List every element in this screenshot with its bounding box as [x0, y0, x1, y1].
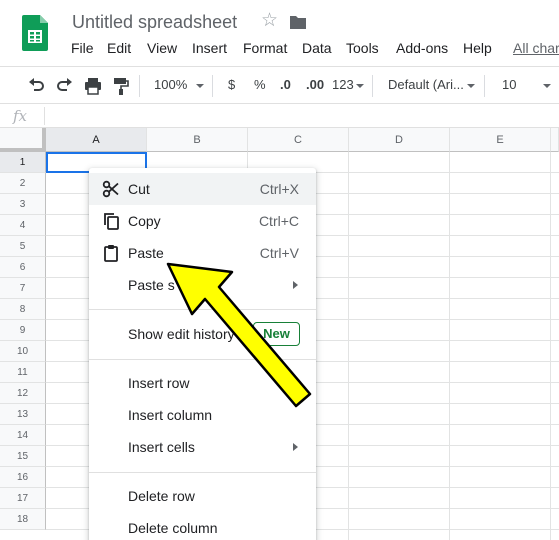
menu-insert[interactable]: Insert [192, 40, 227, 56]
fx-icon: fx [13, 107, 28, 125]
clipboard-icon [104, 245, 118, 262]
row-header[interactable]: 2 [0, 173, 46, 194]
menu-item-paste[interactable]: Paste Ctrl+V [89, 237, 316, 269]
menu-item-cut[interactable]: Cut Ctrl+X [89, 173, 316, 205]
row-header[interactable]: 17 [0, 488, 46, 509]
paste-shortcut: Ctrl+V [259, 245, 299, 261]
select-all-corner[interactable] [0, 128, 46, 152]
row-header[interactable]: 8 [0, 299, 46, 320]
row-header[interactable]: 7 [0, 278, 46, 299]
zoom-caret-icon[interactable] [196, 84, 204, 88]
delete-row-label: Delete row [128, 488, 195, 504]
column-header-f[interactable] [551, 128, 559, 152]
row-header[interactable]: 11 [0, 362, 46, 383]
menu-item-insert-column[interactable]: Insert column [89, 399, 316, 431]
menu-item-delete-row[interactable]: Delete row [89, 480, 316, 512]
menu-item-show-edit-history[interactable]: Show edit history New [89, 318, 316, 350]
menu-item-delete-column[interactable]: Delete column [89, 512, 316, 540]
formula-bar[interactable]: fx [0, 104, 559, 128]
last-edit-link[interactable]: All char [513, 40, 559, 56]
column-header-b[interactable]: B [147, 128, 248, 152]
document-title[interactable]: Untitled spreadsheet [72, 12, 237, 33]
increase-decimals-button[interactable]: .00 [306, 77, 324, 92]
menu-help[interactable]: Help [463, 40, 492, 56]
insert-row-label: Insert row [128, 375, 190, 391]
menu-edit[interactable]: Edit [107, 40, 131, 56]
row-header[interactable]: 15 [0, 446, 46, 467]
show-edit-history-label: Show edit history [128, 326, 235, 342]
print-icon[interactable] [83, 76, 103, 96]
row-header[interactable]: 5 [0, 236, 46, 257]
sheets-logo-icon[interactable] [22, 15, 48, 51]
menu-addons[interactable]: Add-ons [396, 40, 448, 56]
menu-tools[interactable]: Tools [346, 40, 379, 56]
column-header-e[interactable]: E [450, 128, 551, 152]
percent-format-button[interactable]: % [254, 77, 266, 92]
redo-icon[interactable] [55, 76, 75, 96]
menu-data[interactable]: Data [302, 40, 332, 56]
copy-icon [104, 213, 119, 230]
zoom-select[interactable]: 100% [154, 77, 187, 92]
row-header[interactable]: 14 [0, 425, 46, 446]
copy-shortcut: Ctrl+C [258, 213, 299, 229]
undo-icon[interactable] [26, 76, 46, 96]
cut-shortcut: Ctrl+X [259, 181, 299, 197]
row-header[interactable]: 9 [0, 320, 46, 341]
decrease-decimals-button[interactable]: .0 [280, 77, 291, 92]
menu-item-paste-special[interactable]: Paste s [89, 269, 316, 301]
menu-item-copy[interactable]: Copy Ctrl+C [89, 205, 316, 237]
star-icon[interactable]: ☆ [261, 11, 278, 30]
more-formats-caret-icon[interactable] [356, 84, 364, 88]
menu-format[interactable]: Format [243, 40, 287, 56]
row-header[interactable]: 10 [0, 341, 46, 362]
scissors-icon [102, 180, 119, 198]
menu-file[interactable]: File [71, 40, 94, 56]
font-size-caret-icon[interactable] [543, 84, 551, 88]
row-header[interactable]: 3 [0, 194, 46, 215]
folder-icon[interactable] [289, 15, 307, 30]
insert-column-label: Insert column [128, 407, 213, 423]
toolbar: 100% $ % .0 .00 123 Default (Ari... 10 [0, 66, 559, 104]
column-header-a[interactable]: A [46, 128, 147, 152]
paint-format-icon[interactable] [111, 76, 131, 96]
cut-label: Cut [128, 181, 150, 197]
submenu-arrow-icon [293, 281, 298, 289]
paste-label: Paste [128, 245, 164, 261]
copy-label: Copy [128, 213, 161, 229]
font-caret-icon[interactable] [467, 84, 475, 88]
currency-format-button[interactable]: $ [228, 77, 235, 92]
new-badge: New [253, 322, 300, 346]
submenu-arrow-icon [293, 443, 298, 451]
more-formats-button[interactable]: 123 [332, 77, 354, 92]
row-header[interactable]: 6 [0, 257, 46, 278]
row-header[interactable]: 13 [0, 404, 46, 425]
font-family-select[interactable]: Default (Ari... [388, 77, 464, 92]
column-header-d[interactable]: D [349, 128, 450, 152]
row-header[interactable]: 4 [0, 215, 46, 236]
menu-item-insert-cells[interactable]: Insert cells [89, 431, 316, 463]
menu-view[interactable]: View [147, 40, 177, 56]
paste-special-label: Paste s [128, 277, 175, 293]
context-menu: Cut Ctrl+X Copy Ctrl+C Paste Ctrl+V Past… [89, 168, 316, 540]
row-header[interactable]: 12 [0, 383, 46, 404]
row-header[interactable]: 1 [0, 152, 46, 173]
font-size-select[interactable]: 10 [502, 77, 516, 92]
delete-column-label: Delete column [128, 520, 218, 536]
column-header-c[interactable]: C [248, 128, 349, 152]
insert-cells-label: Insert cells [128, 439, 195, 455]
row-header[interactable]: 18 [0, 509, 46, 530]
row-header[interactable]: 16 [0, 467, 46, 488]
menu-item-insert-row[interactable]: Insert row [89, 367, 316, 399]
